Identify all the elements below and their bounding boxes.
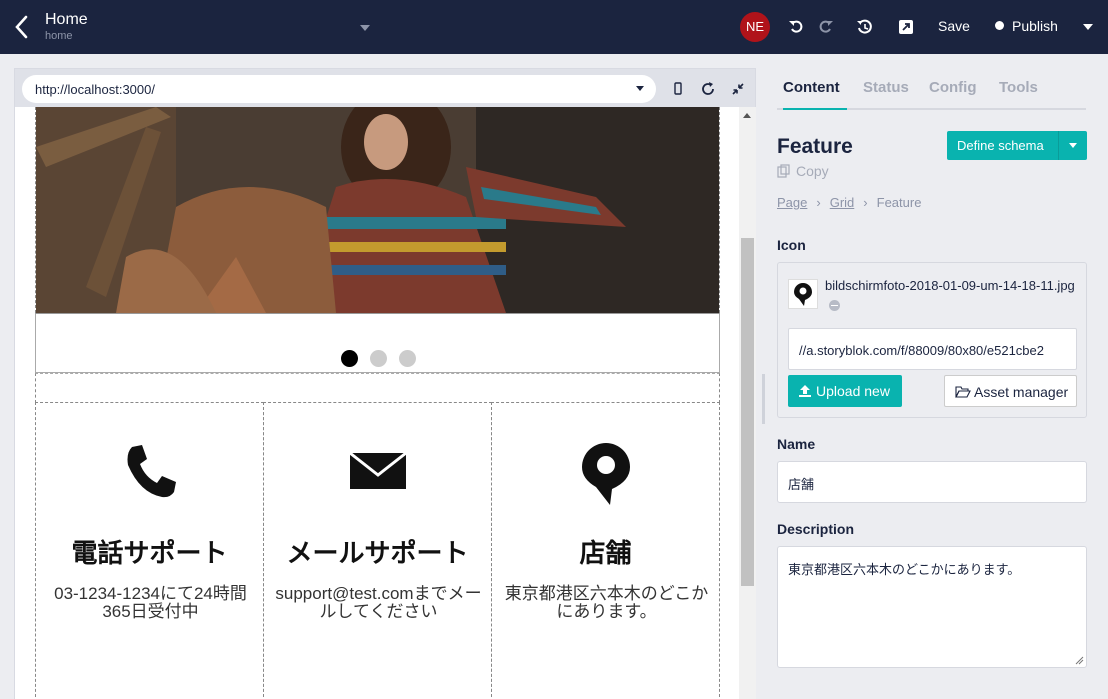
define-schema-button[interactable]: Define schema (947, 131, 1087, 160)
description-field-label: Description (777, 521, 855, 537)
upload-icon (799, 385, 811, 397)
asset-filename: bildschirmfoto-2018-01-09-um-14-18-11.jp… (825, 276, 1077, 316)
feature-description: 03-1234-1234にて24時間365日受付中 (54, 584, 247, 621)
preview-scrollbar[interactable] (739, 107, 756, 699)
scroll-up-arrow-icon[interactable] (743, 113, 751, 118)
collapse-icon[interactable] (729, 80, 747, 98)
asset-manager-button[interactable]: Asset manager (944, 375, 1077, 407)
story-title: Home (45, 11, 88, 28)
tab-status[interactable]: Status (863, 79, 909, 110)
tab-tools[interactable]: Tools (999, 79, 1038, 110)
tab-content[interactable]: Content (783, 79, 847, 110)
feature-card[interactable]: 電話サポート 03-1234-1234にて24時間365日受付中 (35, 402, 264, 699)
name-field-label: Name (777, 436, 816, 452)
icon-asset-field: bildschirmfoto-2018-01-09-um-14-18-11.jp… (777, 262, 1087, 418)
undo-icon[interactable] (787, 17, 807, 37)
mobile-view-icon[interactable] (669, 80, 687, 98)
preview-url[interactable]: http://localhost:3000/ (35, 82, 155, 97)
feature-card[interactable]: メールサポート support@test.comまでメールしてください (263, 402, 492, 699)
asset-thumbnail[interactable] (788, 279, 818, 309)
feature-name: 電話サポート (71, 538, 228, 568)
feature-name: 店舗 (579, 538, 632, 568)
phone-icon (127, 445, 176, 498)
copy-button[interactable]: Copy (777, 163, 829, 179)
panel-tabs: Content Status Config Tools (777, 79, 1086, 110)
map-pin-icon (794, 283, 812, 306)
feature-description: 東京都港区六本木のどこかにあります。 (504, 584, 709, 621)
preview-site: 電話サポート 03-1234-1234にて24時間365日受付中 メールサポート… (15, 107, 739, 699)
upload-new-button[interactable]: Upload new (788, 375, 902, 407)
editor-panel: Content Status Config Tools Feature Copy… (770, 54, 1108, 699)
name-input[interactable]: 店舗 (777, 461, 1087, 503)
copy-icon (777, 164, 790, 178)
publish-label: Publish (1012, 18, 1058, 34)
history-icon[interactable] (855, 17, 875, 37)
define-schema-caret-icon[interactable] (1069, 143, 1077, 148)
hero-photo (36, 107, 719, 313)
top-bar: Home home NE Save Publish (0, 0, 1108, 54)
icon-field-label: Icon (777, 237, 806, 253)
scrollbar-thumb[interactable] (741, 238, 754, 586)
save-button[interactable]: Save (938, 18, 970, 34)
define-schema-label: Define schema (957, 138, 1044, 153)
panel-resize-handle[interactable] (762, 374, 765, 424)
upload-new-label: Upload new (816, 383, 890, 399)
feature-description: support@test.comまでメールしてください (275, 584, 482, 621)
story-slug: home (45, 30, 73, 42)
carousel-dot[interactable] (370, 350, 387, 367)
textarea-resize-icon[interactable] (1075, 656, 1084, 665)
asset-filename-text: bildschirmfoto-2018-01-09-um-14-18-11.jp… (825, 278, 1075, 293)
copy-label: Copy (796, 163, 829, 179)
publish-button[interactable]: Publish (995, 18, 1058, 34)
map-pin-icon (581, 443, 630, 505)
asset-manager-label: Asset manager (974, 384, 1069, 400)
remove-asset-icon[interactable] (829, 300, 840, 311)
carousel-dots (35, 313, 720, 373)
carousel-dot[interactable] (341, 350, 358, 367)
hero-image (35, 107, 720, 313)
chevron-right-icon: › (816, 195, 821, 210)
preview-url-bar[interactable]: http://localhost:3000/ (22, 75, 656, 103)
breadcrumb-grid[interactable]: Grid (830, 195, 855, 210)
button-divider (1058, 131, 1059, 160)
grid-spacer (35, 373, 720, 403)
description-textarea[interactable]: 東京都港区六本木のどこかにあります。 (777, 546, 1087, 668)
redo-icon[interactable] (815, 17, 835, 37)
chevron-right-icon: › (863, 195, 868, 210)
user-avatar[interactable]: NE (740, 12, 770, 42)
breadcrumb-page[interactable]: Page (777, 195, 807, 210)
breadcrumb-current: Feature (876, 195, 922, 210)
breadcrumb: Page › Grid › Feature (777, 195, 921, 210)
mail-icon (348, 451, 407, 489)
folder-open-icon (955, 386, 971, 398)
back-arrow-icon[interactable] (12, 12, 32, 42)
tab-config[interactable]: Config (929, 79, 976, 110)
feature-name: メールサポート (286, 538, 469, 568)
asset-url-input[interactable]: //a.storyblok.com/f/88009/80x80/e521cbe2 (788, 328, 1077, 370)
publish-status-dot-icon (995, 21, 1004, 30)
open-external-icon[interactable] (896, 17, 916, 37)
preview-frame: http://localhost:3000/ 電話サポート 03-1234-12… (14, 68, 756, 699)
reload-icon[interactable] (699, 80, 717, 98)
url-dropdown-caret-icon[interactable] (636, 86, 644, 91)
component-title: Feature (777, 135, 853, 158)
description-text: 東京都港区六本木のどこかにあります。 (788, 562, 1021, 577)
story-switch-caret-icon[interactable] (360, 25, 370, 31)
publish-options-caret-icon[interactable] (1083, 24, 1093, 30)
feature-card[interactable]: 店舗 東京都港区六本木のどこかにあります。 (491, 402, 720, 699)
carousel-dot[interactable] (399, 350, 416, 367)
story-title-block: Home home (45, 10, 88, 43)
